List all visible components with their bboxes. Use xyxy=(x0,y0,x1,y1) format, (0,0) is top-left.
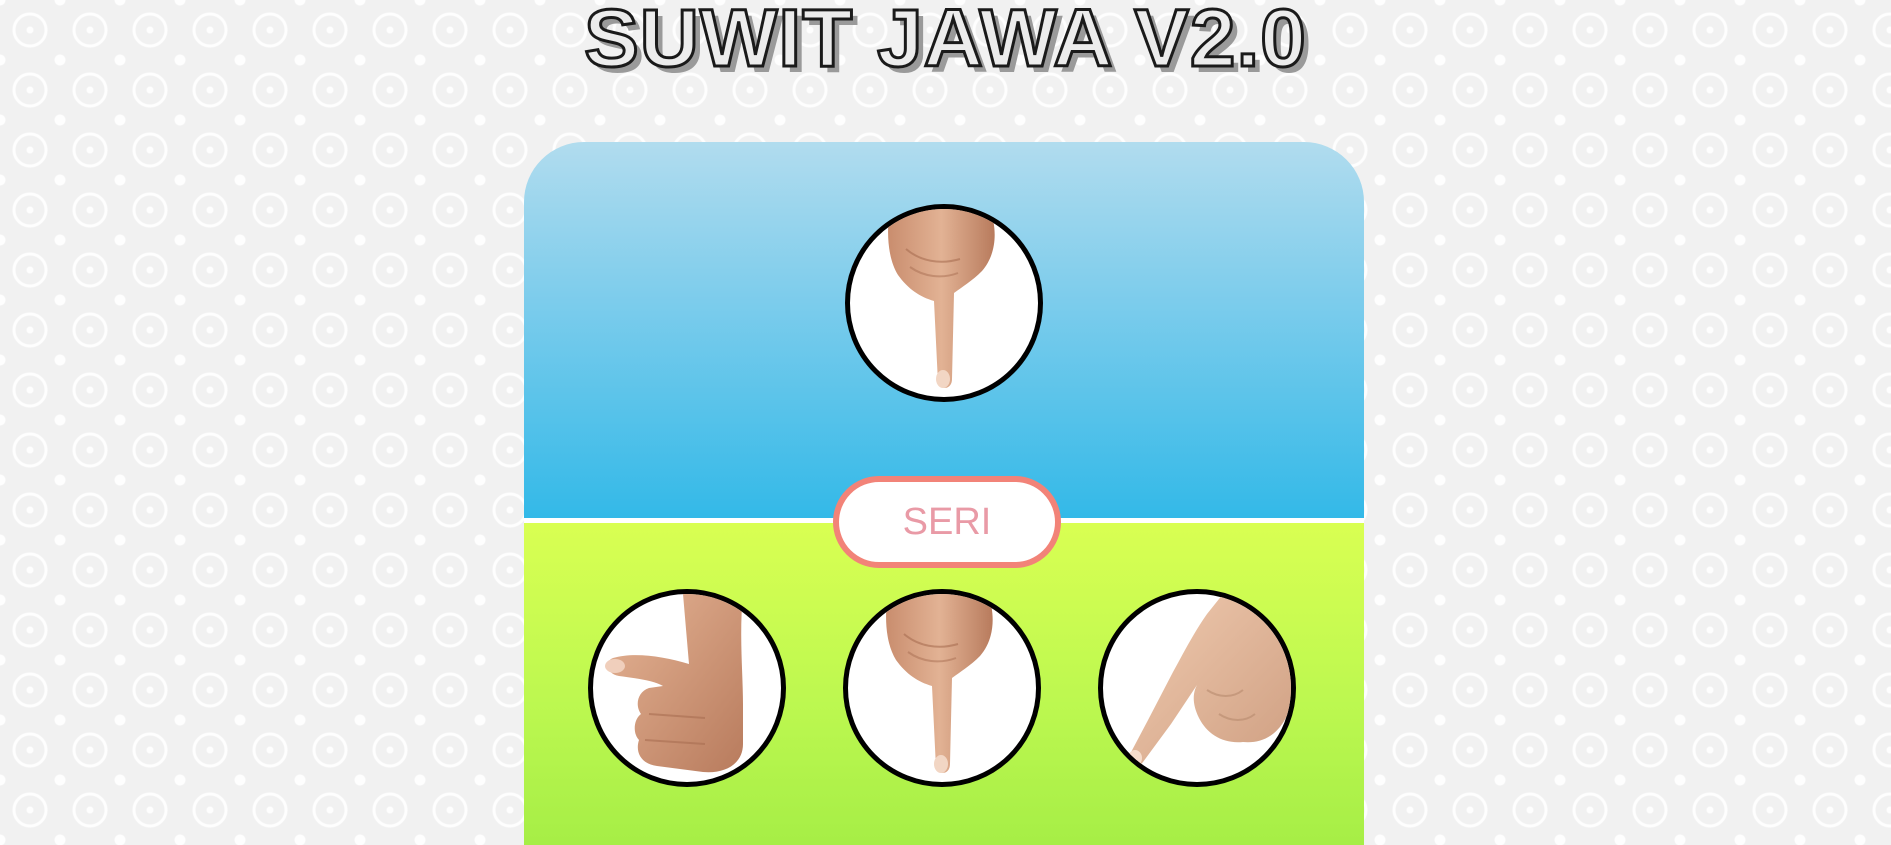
index-finger-pointing-icon xyxy=(1128,594,1291,767)
pinky-finger-down-icon xyxy=(886,594,993,773)
result-label: SERI xyxy=(902,500,992,543)
player-zone xyxy=(524,523,1364,845)
computer-zone xyxy=(524,142,1364,518)
choice-orang-button[interactable] xyxy=(1098,589,1296,787)
choice-semut-button[interactable] xyxy=(843,589,1041,787)
computer-choice xyxy=(845,204,1043,402)
thumb-up-fist-icon xyxy=(605,594,743,773)
pinky-finger-down-icon xyxy=(888,209,995,388)
result-badge: SERI xyxy=(833,476,1061,568)
choice-gajah-button[interactable] xyxy=(588,589,786,787)
game-title: SUWIT JAWA V2.0 xyxy=(583,0,1308,84)
